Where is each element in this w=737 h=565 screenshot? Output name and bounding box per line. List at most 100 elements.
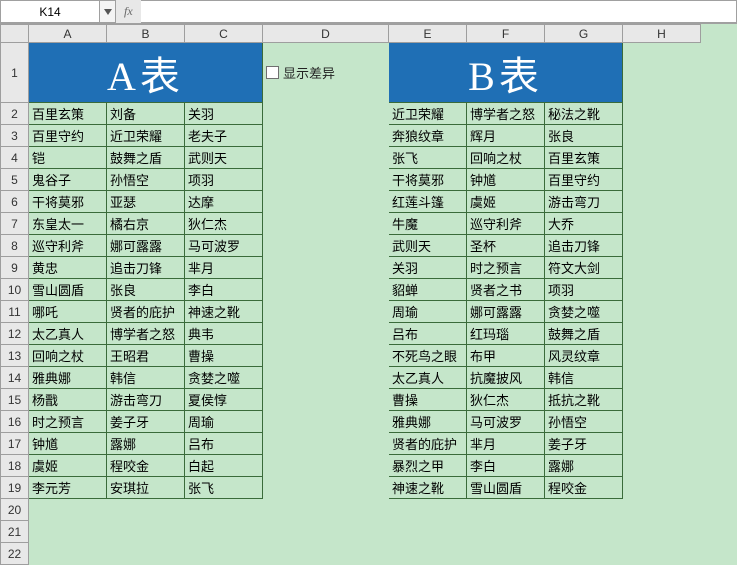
- cell-A17[interactable]: 钟馗: [29, 433, 107, 455]
- row-header-3[interactable]: 3: [1, 125, 29, 147]
- cell-D3[interactable]: [263, 125, 389, 147]
- cell-A13[interactable]: 回响之杖: [29, 345, 107, 367]
- cell-A5[interactable]: 鬼谷子: [29, 169, 107, 191]
- cell-E12[interactable]: 吕布: [389, 323, 467, 345]
- cell-H8[interactable]: [623, 235, 701, 257]
- cell-E10[interactable]: 貂蝉: [389, 279, 467, 301]
- cell-H19[interactable]: [623, 477, 701, 499]
- col-header-B[interactable]: B: [107, 25, 185, 43]
- cell-D18[interactable]: [263, 455, 389, 477]
- row-header-17[interactable]: 17: [1, 433, 29, 455]
- cell-E8[interactable]: 武则天: [389, 235, 467, 257]
- cell-B14[interactable]: 韩信: [107, 367, 185, 389]
- cell-B3[interactable]: 近卫荣耀: [107, 125, 185, 147]
- col-header-C[interactable]: C: [185, 25, 263, 43]
- cell-A7[interactable]: 东皇太一: [29, 213, 107, 235]
- cell-D22[interactable]: [263, 543, 389, 565]
- cell-G22[interactable]: [545, 543, 623, 565]
- cell-F8[interactable]: 圣杯: [467, 235, 545, 257]
- cell-A2[interactable]: 百里玄策: [29, 103, 107, 125]
- cell-F7[interactable]: 巡守利斧: [467, 213, 545, 235]
- row-header-14[interactable]: 14: [1, 367, 29, 389]
- row-header-8[interactable]: 8: [1, 235, 29, 257]
- row-header-9[interactable]: 9: [1, 257, 29, 279]
- cell-G19[interactable]: 程咬金: [545, 477, 623, 499]
- cell-D11[interactable]: [263, 301, 389, 323]
- cell-G20[interactable]: [545, 499, 623, 521]
- cell-E21[interactable]: [389, 521, 467, 543]
- cell-B22[interactable]: [107, 543, 185, 565]
- cell-D17[interactable]: [263, 433, 389, 455]
- cell-F14[interactable]: 抗魔披风: [467, 367, 545, 389]
- cell-D20[interactable]: [263, 499, 389, 521]
- cell-C18[interactable]: 白起: [185, 455, 263, 477]
- cell-C10[interactable]: 李白: [185, 279, 263, 301]
- cell-E17[interactable]: 贤者的庇护: [389, 433, 467, 455]
- cell-F17[interactable]: 芈月: [467, 433, 545, 455]
- cell-C9[interactable]: 芈月: [185, 257, 263, 279]
- cell-H13[interactable]: [623, 345, 701, 367]
- cell-D16[interactable]: [263, 411, 389, 433]
- cell-H12[interactable]: [623, 323, 701, 345]
- cell-C2[interactable]: 关羽: [185, 103, 263, 125]
- cell-C15[interactable]: 夏侯惇: [185, 389, 263, 411]
- cell-G21[interactable]: [545, 521, 623, 543]
- cell-D8[interactable]: [263, 235, 389, 257]
- formula-input[interactable]: [141, 0, 737, 23]
- col-header-A[interactable]: A: [29, 25, 107, 43]
- cell-D4[interactable]: [263, 147, 389, 169]
- cell-G5[interactable]: 百里守约: [545, 169, 623, 191]
- cell-A20[interactable]: [29, 499, 107, 521]
- row-header-16[interactable]: 16: [1, 411, 29, 433]
- cell-E16[interactable]: 雅典娜: [389, 411, 467, 433]
- cell-A22[interactable]: [29, 543, 107, 565]
- cell-B17[interactable]: 露娜: [107, 433, 185, 455]
- cell-G11[interactable]: 贪婪之噬: [545, 301, 623, 323]
- cell-G9[interactable]: 符文大剑: [545, 257, 623, 279]
- cell-B4[interactable]: 鼓舞之盾: [107, 147, 185, 169]
- cell-D14[interactable]: [263, 367, 389, 389]
- cell-D21[interactable]: [263, 521, 389, 543]
- row-header-22[interactable]: 22: [1, 543, 29, 565]
- cell-H1[interactable]: [623, 43, 701, 103]
- cell-E6[interactable]: 红莲斗篷: [389, 191, 467, 213]
- cell-C13[interactable]: 曹操: [185, 345, 263, 367]
- cell-F22[interactable]: [467, 543, 545, 565]
- row-header-10[interactable]: 10: [1, 279, 29, 301]
- cell-C12[interactable]: 典韦: [185, 323, 263, 345]
- row-header-7[interactable]: 7: [1, 213, 29, 235]
- cell-F15[interactable]: 狄仁杰: [467, 389, 545, 411]
- cell-A11[interactable]: 哪吒: [29, 301, 107, 323]
- cell-D10[interactable]: [263, 279, 389, 301]
- cell-C21[interactable]: [185, 521, 263, 543]
- cell-D7[interactable]: [263, 213, 389, 235]
- cell-H16[interactable]: [623, 411, 701, 433]
- cell-A16[interactable]: 时之预言: [29, 411, 107, 433]
- select-all-corner[interactable]: [1, 25, 29, 43]
- cell-A6[interactable]: 干将莫邪: [29, 191, 107, 213]
- col-header-E[interactable]: E: [389, 25, 467, 43]
- cell-A14[interactable]: 雅典娜: [29, 367, 107, 389]
- cell-F4[interactable]: 回响之杖: [467, 147, 545, 169]
- cell-E2[interactable]: 近卫荣耀: [389, 103, 467, 125]
- cell-F12[interactable]: 红玛瑙: [467, 323, 545, 345]
- cell-A8[interactable]: 巡守利斧: [29, 235, 107, 257]
- cell-C11[interactable]: 神速之靴: [185, 301, 263, 323]
- cell-H21[interactable]: [623, 521, 701, 543]
- cell-H18[interactable]: [623, 455, 701, 477]
- col-header-F[interactable]: F: [467, 25, 545, 43]
- cell-D1[interactable]: 显示差异: [263, 43, 389, 103]
- cell-H4[interactable]: [623, 147, 701, 169]
- cell-B2[interactable]: 刘备: [107, 103, 185, 125]
- col-header-H[interactable]: H: [623, 25, 701, 43]
- cell-C20[interactable]: [185, 499, 263, 521]
- cell-F10[interactable]: 贤者之书: [467, 279, 545, 301]
- row-header-20[interactable]: 20: [1, 499, 29, 521]
- cell-H3[interactable]: [623, 125, 701, 147]
- cell-G12[interactable]: 鼓舞之盾: [545, 323, 623, 345]
- cell-B10[interactable]: 张良: [107, 279, 185, 301]
- cell-C7[interactable]: 狄仁杰: [185, 213, 263, 235]
- cell-F2[interactable]: 博学者之怒: [467, 103, 545, 125]
- row-header-19[interactable]: 19: [1, 477, 29, 499]
- cell-H11[interactable]: [623, 301, 701, 323]
